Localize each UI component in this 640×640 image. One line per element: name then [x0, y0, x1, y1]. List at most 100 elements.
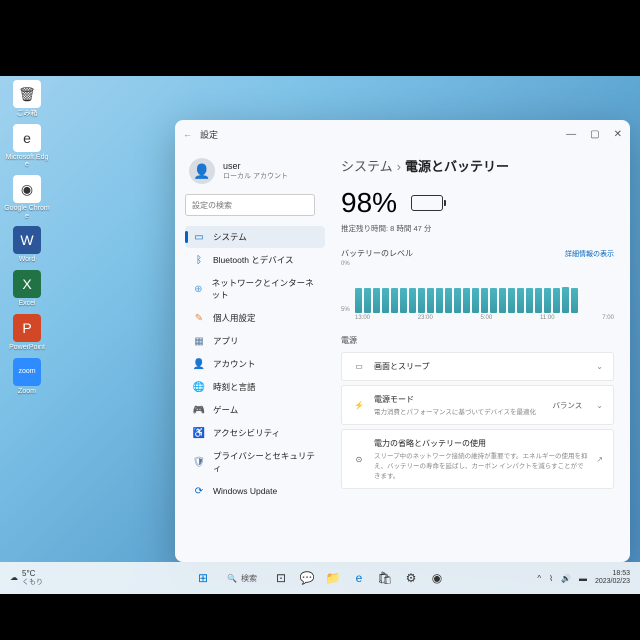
desktop-icon-Word[interactable]: WWord	[4, 226, 50, 264]
chart-bar	[436, 288, 443, 313]
chevron-up-icon[interactable]: ^	[537, 574, 541, 583]
chart-bar	[499, 288, 506, 313]
window-title: 設定	[200, 128, 218, 141]
taskbar-search[interactable]: 🔍 検索	[219, 571, 265, 586]
desktop-icon-Excel[interactable]: XExcel	[4, 270, 50, 308]
avatar-icon: 👤	[189, 158, 215, 184]
card-value: バランス	[552, 400, 582, 411]
battery-level-label: バッテリーのレベル	[341, 248, 413, 259]
chart-bar	[427, 288, 434, 313]
nav-個人用設定[interactable]: ✎個人用設定	[185, 307, 325, 329]
nav-Bluetooth とデバイス[interactable]: ᛒBluetooth とデバイス	[185, 249, 325, 271]
letterbox-top	[0, 0, 640, 76]
desktop-icon-Microsoft Edge[interactable]: eMicrosoft Edge	[4, 124, 50, 169]
search-input[interactable]	[185, 194, 315, 216]
chart-bar	[364, 288, 371, 313]
taskbar-tray[interactable]: ^ ⌇ 🔊 ▬ 18:532023/02/23	[537, 570, 630, 585]
chat-icon[interactable]: 💬	[297, 568, 317, 588]
nav-ネットワークとインターネット[interactable]: ⊕ネットワークとインターネット	[185, 272, 325, 306]
nav-icon: 👤	[193, 358, 205, 370]
edge-icon[interactable]: e	[349, 568, 369, 588]
nav-アプリ[interactable]: ▦ アプリ	[185, 330, 325, 352]
chart-bar	[472, 288, 479, 313]
minimize-button[interactable]: —	[566, 129, 576, 140]
card-title: 画面とスリープ	[374, 361, 588, 372]
nav-icon: ♿	[193, 427, 205, 439]
power-card[interactable]: ▭ 画面とスリープ ⌄	[341, 352, 614, 381]
card-icon: ⊙	[352, 455, 366, 464]
nav-時刻と言語[interactable]: 🌐 時刻と言語	[185, 376, 325, 398]
nav-icon: ▭	[193, 231, 205, 243]
chrome-icon[interactable]: ◉	[427, 568, 447, 588]
volume-icon[interactable]: 🔊	[561, 574, 571, 583]
chart-bar	[445, 288, 452, 313]
power-section-label: 電源	[341, 335, 614, 346]
battery-estimate: 推定残り時間: 8 時間 47 分	[341, 223, 614, 234]
wifi-icon[interactable]: ⌇	[549, 574, 553, 583]
chart-bar	[418, 288, 425, 313]
breadcrumb-parent[interactable]: システム	[341, 159, 393, 174]
close-button[interactable]: ✕	[614, 129, 622, 140]
y-label-bottom: 5%	[341, 307, 350, 313]
nav-icon: ✎	[193, 312, 205, 324]
nav-icon: 🛡	[193, 456, 205, 468]
nav-icon: 🌐	[193, 381, 205, 393]
taskbar-clock[interactable]: 18:532023/02/23	[595, 570, 630, 585]
card-icon: ▭	[352, 362, 366, 371]
x-axis-labels: 13:0023:005:0011:007:00	[341, 315, 614, 321]
taskbar[interactable]: ☁ 5°C くもり ⊞ 🔍 検索 ⊡ 💬 📁 e 🛍 ⚙ ◉ ^ ⌇ 🔊 ▬ 1…	[0, 562, 640, 594]
x-tick: 7:00	[602, 315, 614, 321]
nav-Windows Update[interactable]: ⟳Windows Update	[185, 480, 325, 502]
start-button[interactable]: ⊞	[193, 568, 213, 588]
nav-label: アプリ	[213, 335, 239, 347]
chart-bar	[391, 288, 398, 313]
nav-icon: ▦	[193, 335, 205, 347]
nav-アクセシビリティ[interactable]: ♿アクセシビリティ	[185, 422, 325, 444]
letterbox-bottom	[0, 594, 640, 640]
nav-icon: ᛒ	[193, 254, 205, 266]
chart-bar	[355, 288, 362, 313]
nav-label: ゲーム	[213, 404, 238, 416]
nav-label: ネットワークとインターネット	[212, 277, 317, 301]
user-account[interactable]: 👤 user ローカル アカウント	[185, 154, 325, 194]
explorer-icon[interactable]: 📁	[323, 568, 343, 588]
chart-bar	[562, 287, 569, 313]
nav-label: 時刻と言語	[213, 381, 256, 393]
nav-システム[interactable]: ▭システム	[185, 226, 325, 248]
nav-label: プライバシーとセキュリティ	[213, 450, 317, 474]
taskbar-weather[interactable]: ☁ 5°C くもり	[10, 570, 43, 586]
power-card[interactable]: ⚡電源モード電力消費とパフォーマンスに基づいてデバイスを最適化バランス⌄	[341, 385, 614, 425]
nav-label: アカウント	[213, 358, 256, 370]
battery-percent: 98%	[341, 187, 614, 219]
desktop-icons: 🗑ごみ箱 eMicrosoft Edge ◉Google Chrome WWord XE…	[4, 80, 64, 401]
detail-link[interactable]: 詳細情報の表示	[565, 249, 614, 259]
chart-bar	[526, 288, 533, 313]
chart-bar	[463, 288, 470, 313]
chevron-icon: ⌄	[596, 362, 603, 371]
power-card[interactable]: ⊙電力の省略とバッテリーの使用スリープ中のネットワーク接続の維持が重要です。エネ…	[341, 429, 614, 489]
desktop-icon-PowerPoint[interactable]: PPowerPoint	[4, 314, 50, 352]
nav-ゲーム[interactable]: 🎮ゲーム	[185, 399, 325, 421]
desktop-icon-Google Chrome[interactable]: ◉Google Chrome	[4, 175, 50, 220]
chart-bar	[373, 288, 380, 313]
x-tick: 23:00	[418, 315, 433, 321]
battery-tray-icon[interactable]: ▬	[579, 574, 587, 583]
desktop-icon-Zoom[interactable]: zoomZoom	[4, 358, 50, 396]
card-subtitle: スリープ中のネットワーク接続の維持が重要です。エネルギーの使用を抑え、バッテリー…	[374, 450, 588, 480]
nav-プライバシーとセキュリティ[interactable]: 🛡 プライバシーとセキュリティ	[185, 445, 325, 479]
task-view-icon[interactable]: ⊡	[271, 568, 291, 588]
titlebar[interactable]: ← 設定 — ▢ ✕	[175, 120, 630, 148]
store-icon[interactable]: 🛍	[375, 568, 395, 588]
weather-desc: くもり	[22, 579, 43, 587]
card-subtitle: 電力消費とパフォーマンスに基づいてデバイスを最適化	[374, 406, 544, 416]
card-title: 電源モード	[374, 394, 544, 405]
settings-icon[interactable]: ⚙	[401, 568, 421, 588]
maximize-button[interactable]: ▢	[590, 129, 599, 140]
settings-window: ← 設定 — ▢ ✕ 👤 user ローカル アカウント ▭システムᛒBluet…	[175, 120, 630, 562]
nav-アカウント[interactable]: 👤 アカウント	[185, 353, 325, 375]
taskbar-center: ⊞ 🔍 検索 ⊡ 💬 📁 e 🛍 ⚙ ◉	[193, 568, 447, 588]
content-pane: システム›電源とバッテリー 98% 推定残り時間: 8 時間 47 分 バッテリ…	[325, 148, 630, 562]
desktop-icon-ごみ箱[interactable]: 🗑ごみ箱	[4, 80, 50, 118]
back-icon[interactable]: ←	[183, 129, 192, 139]
chart-bar	[508, 288, 515, 313]
